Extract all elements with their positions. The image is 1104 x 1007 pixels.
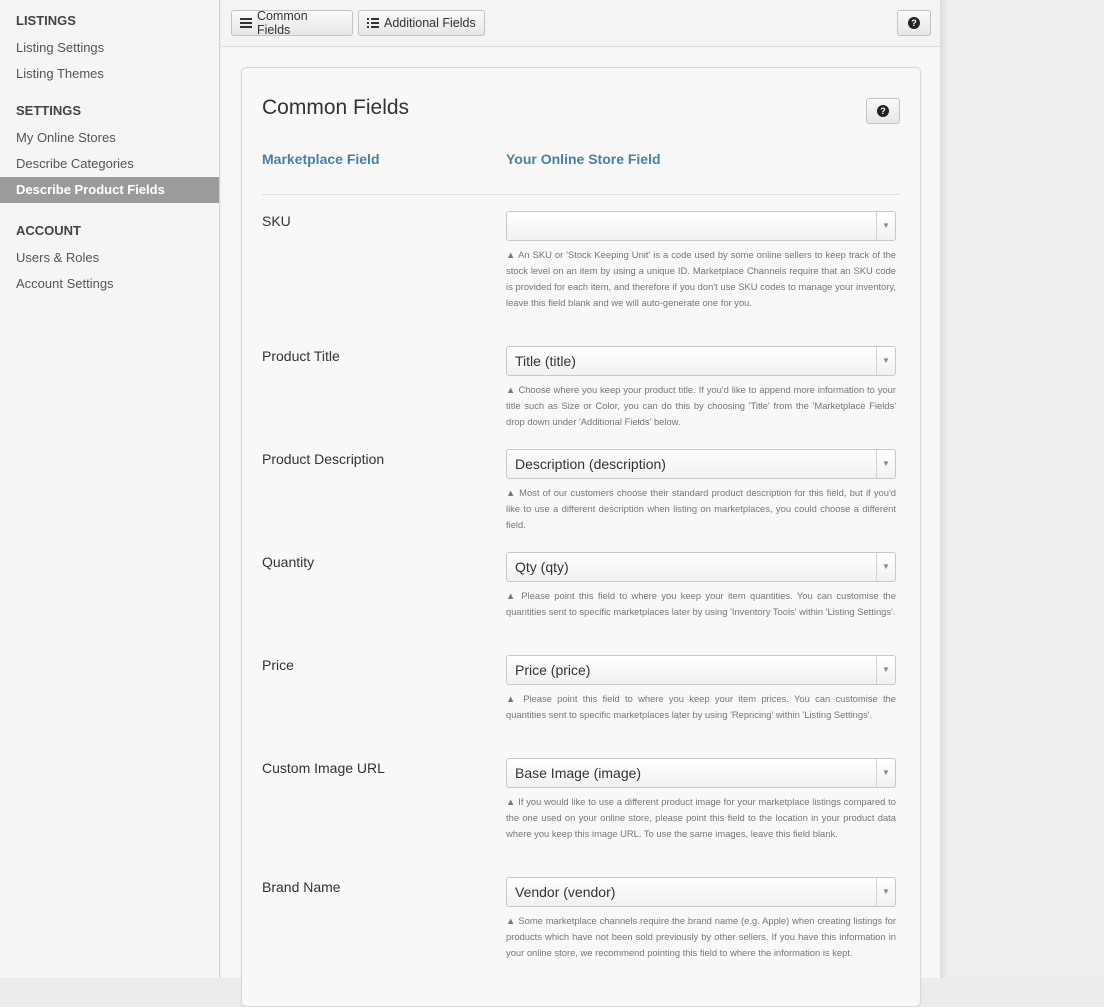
sidebar-heading-account: ACCOUNT <box>16 223 81 238</box>
panel-title: Common Fields <box>262 96 410 119</box>
quantity-select-value: Qty (qty) <box>515 559 569 575</box>
quantity-help-text: ▲ Please point this field to where you k… <box>506 590 896 617</box>
field-label-custom-image-url: Custom Image URL <box>262 760 385 776</box>
common-fields-button-label: Common Fields <box>256 9 308 37</box>
custom-image-url-select[interactable]: Base Image (image) ▼ <box>506 758 896 788</box>
additional-fields-button[interactable]: Additional Fields <box>358 10 485 36</box>
sidebar-section-settings: SETTINGS My Online Stores Describe Categ… <box>0 103 219 203</box>
marketplace-field-header: Marketplace Field <box>262 151 380 167</box>
field-label-product-description: Product Description <box>262 451 385 467</box>
online-store-field-header: Your Online Store Field <box>506 151 661 167</box>
field-label-brand-name: Brand Name <box>262 879 341 895</box>
product-title-help-text: ▲ Choose where you keep your product tit… <box>506 384 896 427</box>
sidebar-item-describe-product-fields[interactable]: Describe Product Fields <box>0 177 219 203</box>
sidebar-item-account-settings[interactable]: Account Settings <box>0 271 219 297</box>
chevron-down-icon: ▼ <box>876 212 895 240</box>
brand-name-select-value: Vendor (vendor) <box>515 884 616 900</box>
chevron-down-icon: ▼ <box>876 347 895 375</box>
field-label-price: Price <box>262 657 294 673</box>
sidebar-item-listing-settings[interactable]: Listing Settings <box>0 35 219 61</box>
main-content: Common Fields Additional Fields ? Common… <box>221 0 941 1007</box>
product-title-select-value: Title (title) <box>515 353 576 369</box>
sku-help-text: ▲ An SKU or 'Stock Keeping Unit' is a co… <box>506 249 896 308</box>
sidebar-heading-settings: SETTINGS <box>16 103 82 118</box>
panel-help-button[interactable]: ? <box>866 98 900 124</box>
sidebar-heading-listings: LISTINGS <box>16 13 76 28</box>
sidebar-item-my-online-stores[interactable]: My Online Stores <box>0 125 219 151</box>
sidebar-item-listing-themes[interactable]: Listing Themes <box>0 61 219 87</box>
sidebar-section-listings: LISTINGS Listing Settings Listing Themes <box>0 0 219 87</box>
bulleted-list-icon <box>367 16 379 30</box>
field-label-quantity: Quantity <box>262 554 315 570</box>
custom-image-url-help-text: ▲ If you would like to use a different p… <box>506 796 896 839</box>
product-description-help-text: ▲ Most of our customers choose their sta… <box>506 487 896 530</box>
sidebar-section-account: ACCOUNT Users & Roles Account Settings <box>0 219 219 297</box>
brand-name-help-text: ▲ Some marketplace channels require the … <box>506 915 896 958</box>
field-label-sku: SKU <box>262 213 291 229</box>
chevron-down-icon: ▼ <box>876 878 895 906</box>
common-fields-button[interactable]: Common Fields <box>231 9 353 37</box>
quantity-select[interactable]: Qty (qty) ▼ <box>506 552 896 582</box>
header-divider <box>262 194 900 195</box>
chevron-down-icon: ▼ <box>876 450 895 478</box>
toolbar: Common Fields Additional Fields ? <box>221 0 940 47</box>
question-icon: ? <box>908 17 920 29</box>
chevron-down-icon: ▼ <box>876 759 895 787</box>
custom-image-url-select-value: Base Image (image) <box>515 765 642 781</box>
sidebar: LISTINGS Listing Settings Listing Themes… <box>0 0 220 978</box>
question-icon: ? <box>877 105 889 117</box>
chevron-down-icon: ▼ <box>876 553 895 581</box>
common-fields-panel: Common Fields ? Marketplace Field Your O… <box>241 67 921 1007</box>
sku-select[interactable]: ▼ <box>506 211 896 241</box>
sidebar-item-users-roles[interactable]: Users & Roles <box>0 245 219 271</box>
product-description-select[interactable]: Description (description) ▼ <box>506 449 896 479</box>
brand-name-select[interactable]: Vendor (vendor) ▼ <box>506 877 896 907</box>
price-help-text: ▲ Please point this field to where you k… <box>506 693 896 720</box>
list-lines-icon <box>240 16 252 30</box>
chevron-down-icon: ▼ <box>876 656 895 684</box>
sidebar-item-describe-categories[interactable]: Describe Categories <box>0 151 219 177</box>
price-select[interactable]: Price (price) ▼ <box>506 655 896 685</box>
field-label-product-title: Product Title <box>262 348 340 364</box>
additional-fields-button-label: Additional Fields <box>384 16 476 30</box>
product-title-select[interactable]: Title (title) ▼ <box>506 346 896 376</box>
right-gutter <box>941 0 1104 978</box>
toolbar-help-button[interactable]: ? <box>897 10 931 36</box>
price-select-value: Price (price) <box>515 662 591 678</box>
product-description-select-value: Description (description) <box>515 456 666 472</box>
